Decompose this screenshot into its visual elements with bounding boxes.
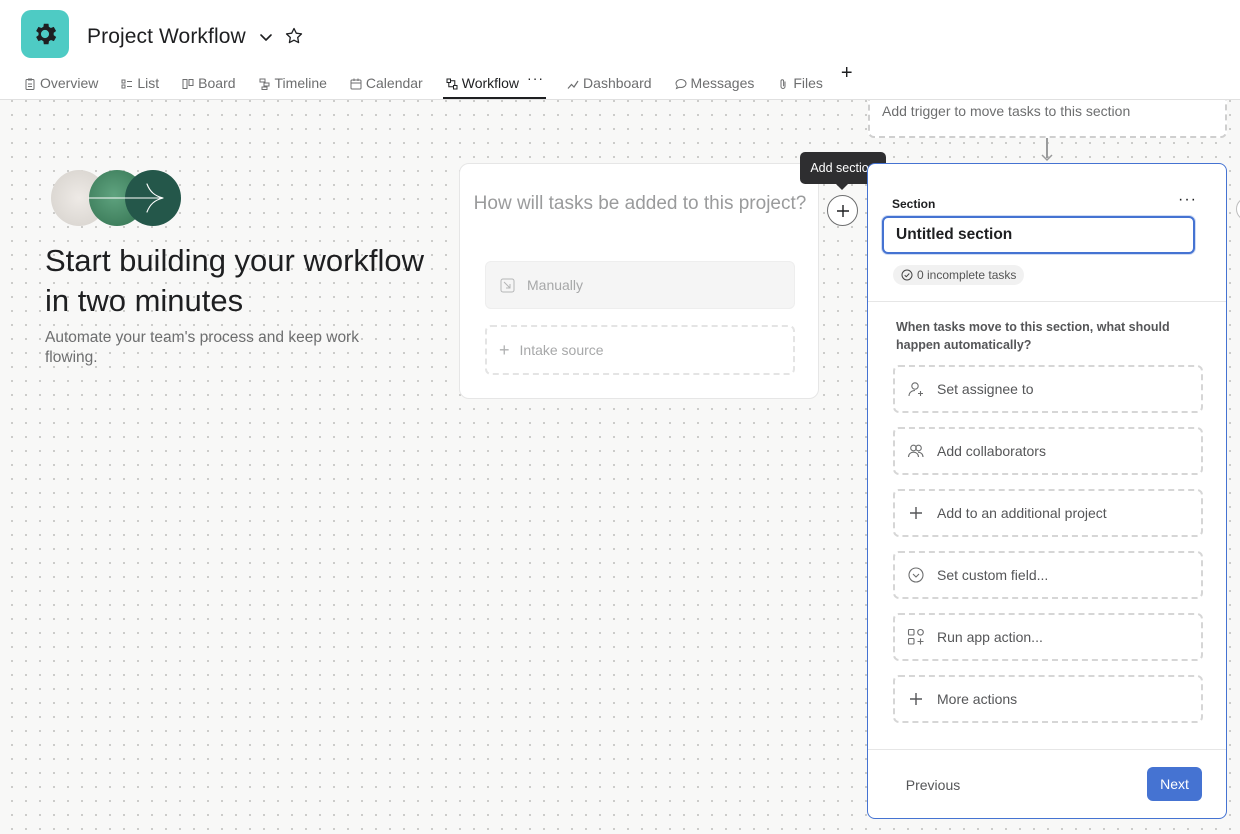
plus-icon [836, 204, 849, 217]
clipboard-icon [25, 78, 35, 90]
calendar-icon [350, 78, 362, 90]
add-to-project-action[interactable]: Add to an additional project [893, 489, 1203, 537]
task-source-question: How will tasks be added to this project? [473, 193, 807, 214]
tab-label: Calendar [365, 75, 423, 91]
more-actions-action[interactable]: More actions [893, 675, 1203, 723]
tab-timeline[interactable]: Timeline [259, 66, 327, 100]
action-label: More actions [937, 691, 1018, 707]
intake-source-button[interactable]: + Intake source [485, 325, 795, 375]
plus-icon [907, 690, 925, 708]
action-label: Add to an additional project [937, 505, 1107, 521]
apps-icon [907, 628, 925, 646]
hero-subtitle: Automate your team's process and keep wo… [45, 329, 359, 366]
tab-label: Dashboard [583, 75, 652, 91]
manually-label: Manually [527, 277, 584, 293]
people-icon [907, 442, 925, 460]
intake-source-label: Intake source [519, 342, 604, 358]
tab-overview[interactable]: Overview [24, 66, 98, 100]
workflow-icon [446, 78, 458, 90]
task-source-card: How will tasks be added to this project?… [459, 163, 819, 399]
add-trigger-box[interactable]: Add trigger to move tasks to this sectio… [868, 100, 1227, 138]
list-icon [121, 79, 133, 89]
tab-more-options-icon[interactable]: ··· [527, 70, 544, 86]
project-header: Project Workflow Overview List Board Tim… [0, 0, 1240, 100]
action-label: Run app action... [937, 629, 1043, 645]
tab-workflow[interactable]: Workflow ··· [442, 66, 547, 100]
run-app-action[interactable]: Run app action... [893, 613, 1203, 661]
add-section-button[interactable] [827, 195, 858, 226]
divider [868, 301, 1226, 302]
plus-icon [907, 504, 925, 522]
rule-question: When tasks move to this section, what sh… [896, 320, 1170, 352]
project-tabs: Overview List Board Timeline Calendar Wo… [24, 63, 853, 100]
timeline-icon [259, 78, 270, 90]
tab-label: Overview [40, 75, 99, 91]
next-button[interactable]: Next [1147, 767, 1202, 801]
workflow-illustration [51, 170, 181, 226]
add-collaborators-action[interactable]: Add collaborators [893, 427, 1203, 475]
action-label: Add collaborators [937, 443, 1046, 459]
tab-label: Workflow [461, 75, 520, 91]
check-circle-icon [901, 269, 913, 281]
manually-option: Manually [485, 261, 795, 309]
tab-label: Messages [690, 75, 755, 91]
person-add-icon [907, 380, 925, 398]
tab-calendar[interactable]: Calendar [350, 66, 423, 100]
project-icon[interactable] [21, 10, 69, 58]
gear-icon [36, 23, 57, 45]
tab-label: Files [793, 75, 823, 91]
add-tab-button[interactable]: + [841, 63, 853, 83]
previous-button[interactable]: Previous [893, 768, 973, 802]
project-title[interactable]: Project Workflow [87, 25, 246, 49]
incomplete-tasks-text: 0 incomplete tasks [917, 268, 1017, 282]
tab-label: List [137, 75, 160, 91]
arrow-in-icon [500, 278, 515, 292]
set-assignee-action[interactable]: Set assignee to [893, 365, 1203, 413]
section-name-input[interactable] [882, 216, 1195, 254]
tab-messages[interactable]: Messages [675, 66, 755, 100]
more-options-icon[interactable]: ··· [1178, 191, 1197, 209]
star-icon[interactable] [284, 26, 304, 46]
set-custom-field-action[interactable]: Set custom field... [893, 551, 1203, 599]
paperclip-icon [780, 79, 786, 89]
arrow-down-icon [1041, 154, 1053, 162]
chart-icon [567, 80, 579, 89]
incomplete-tasks-badge: 0 incomplete tasks [893, 265, 1025, 285]
tab-list[interactable]: List [121, 66, 159, 100]
tab-label: Board [198, 75, 236, 91]
chevron-down-icon[interactable] [257, 28, 275, 46]
tab-dashboard[interactable]: Dashboard [567, 66, 652, 100]
board-icon [182, 79, 194, 89]
next-step-handle[interactable] [1236, 197, 1240, 221]
plus-icon: + [499, 339, 510, 360]
tab-label: Timeline [274, 75, 327, 91]
tab-board[interactable]: Board [182, 66, 236, 100]
hero-title: Start building your workflow in two minu… [45, 243, 425, 318]
divider [868, 749, 1226, 750]
section-label: Section [892, 197, 936, 211]
action-label: Set custom field... [937, 567, 1049, 583]
tab-files[interactable]: Files [777, 66, 823, 100]
action-label: Set assignee to [937, 381, 1034, 397]
message-icon [675, 78, 687, 90]
custom-field-icon [907, 566, 925, 584]
section-panel: Section ··· 0 incomplete tasks When task… [867, 163, 1227, 819]
workflow-canvas: Start building your workflow in two minu… [0, 100, 1240, 834]
